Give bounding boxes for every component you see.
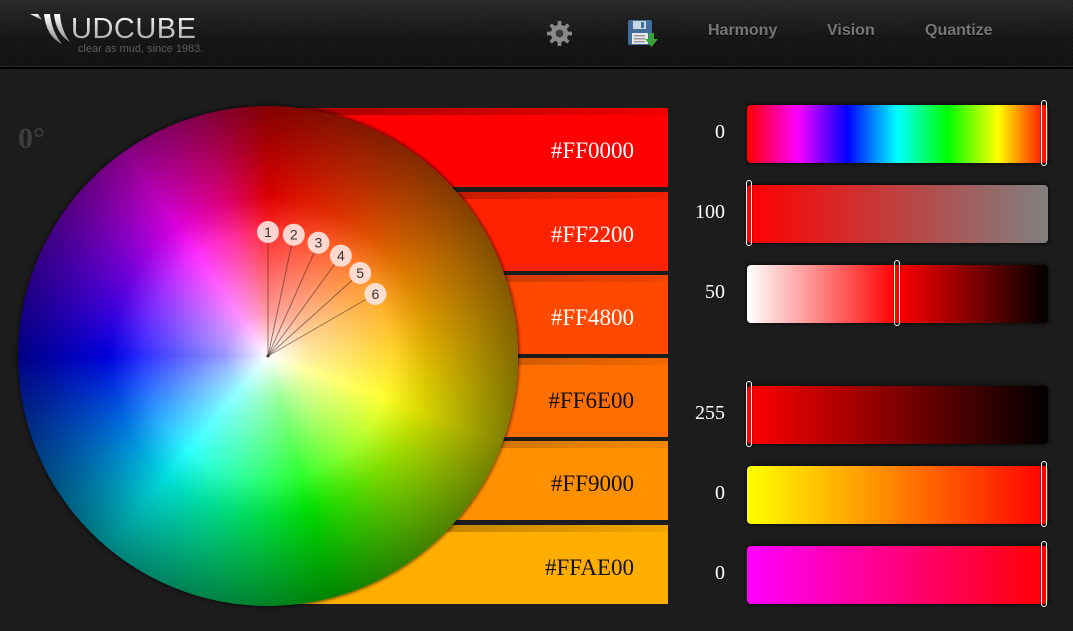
swatch-hex-label: #FF6E00 xyxy=(548,388,634,413)
harmony-marker[interactable]: 3 xyxy=(307,231,330,254)
harmony-marker[interactable]: 6 xyxy=(364,283,387,305)
logo-tagline: clear as mud, since 1983. xyxy=(78,43,204,55)
marker-label: 4 xyxy=(337,248,345,264)
slider-hue: 0 xyxy=(680,100,1073,166)
marker-label: 5 xyxy=(356,265,364,281)
color-wheel-dark-edge xyxy=(18,106,518,606)
floppy-disk-download-icon[interactable] xyxy=(628,20,658,48)
slider-saturation: 100 xyxy=(680,180,1073,246)
slider-track[interactable] xyxy=(747,100,1048,166)
slider-red: 255 xyxy=(680,381,1073,447)
slider-value: 0 xyxy=(715,121,725,143)
swatch-hex-label: #FF4800 xyxy=(550,305,634,330)
mudcube-logo[interactable]: UDCUBE clear as mud, since 1983. xyxy=(30,10,210,55)
hue-angle-readout: 0° xyxy=(18,122,45,155)
slider-track[interactable] xyxy=(746,381,1048,447)
marker-label: 3 xyxy=(315,235,323,251)
slider-handle[interactable] xyxy=(1041,541,1047,607)
slider-handle[interactable] xyxy=(893,260,900,326)
swatch-hex-label: #FF0000 xyxy=(550,138,634,163)
slider-handle[interactable] xyxy=(1041,461,1047,527)
harmony-marker[interactable]: 1 xyxy=(257,221,279,243)
slider-handle[interactable] xyxy=(746,180,752,246)
slider-value: 0 xyxy=(715,482,725,504)
nav-vision[interactable]: Vision xyxy=(827,22,875,40)
swatch-hex-label: #FFAE00 xyxy=(544,555,634,580)
marker-label: 6 xyxy=(371,286,379,302)
slider-track[interactable] xyxy=(746,180,1048,246)
slider-value: 100 xyxy=(695,201,725,223)
slider-value: 50 xyxy=(705,281,725,303)
logo-claw-icon xyxy=(30,14,70,44)
harmony-marker[interactable]: 2 xyxy=(282,223,305,246)
top-navigation-bar: UDCUBE clear as mud, since 1983. Harmony… xyxy=(0,0,1073,69)
harmony-marker[interactable]: 5 xyxy=(349,262,372,285)
swatch-hex-label: #FF9000 xyxy=(550,471,634,496)
nav-harmony[interactable]: Harmony xyxy=(708,22,777,40)
slider-value: 0 xyxy=(715,562,725,584)
slider-handle[interactable] xyxy=(746,381,752,447)
nav-quantize[interactable]: Quantize xyxy=(925,22,993,40)
slider-green: 0 xyxy=(680,461,1073,527)
slider-handle[interactable] xyxy=(1041,100,1047,166)
slider-track[interactable] xyxy=(747,260,1048,326)
marker-label: 2 xyxy=(290,227,298,243)
logo-text: UDCUBE xyxy=(71,13,197,45)
color-wheel[interactable] xyxy=(18,106,518,606)
slider-lightness: 50 xyxy=(680,260,1073,326)
slider-track[interactable] xyxy=(747,461,1048,527)
marker-label: 1 xyxy=(264,224,272,240)
slider-blue: 0 xyxy=(680,541,1073,607)
swatch-hex-label: #FF2200 xyxy=(550,222,634,247)
gear-icon[interactable] xyxy=(546,20,573,47)
slider-track[interactable] xyxy=(747,541,1048,607)
slider-value: 255 xyxy=(695,402,725,424)
harmony-marker[interactable]: 4 xyxy=(329,244,352,267)
